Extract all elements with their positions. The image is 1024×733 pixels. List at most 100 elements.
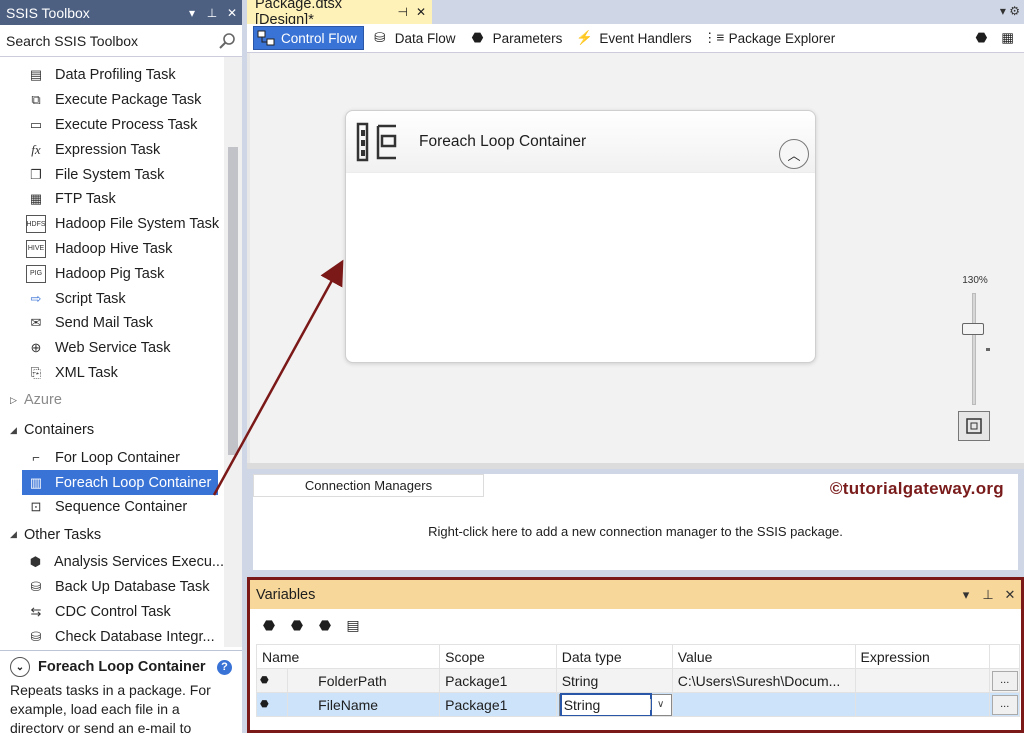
category-azure[interactable]: ▷ Azure <box>0 385 224 415</box>
col-name[interactable]: Name <box>255 644 441 669</box>
close-icon[interactable]: ✕ <box>416 5 426 19</box>
toolbox-item-selected[interactable]: ▥ Foreach Loop Container <box>22 470 218 495</box>
tab-event-handlers[interactable]: ⚡ Event Handlers <box>572 26 697 50</box>
variables-icon[interactable]: ⬣ <box>975 30 987 46</box>
dropdown-icon[interactable]: ▾ <box>182 6 202 20</box>
variable-value[interactable]: C:\Users\Suresh\Docum... <box>671 668 856 693</box>
pin-icon[interactable]: ⊥ <box>202 6 222 20</box>
toolbox-item[interactable]: ⇨ Script Task <box>0 286 224 311</box>
toolbox-item[interactable]: ⬢ Analysis Services Execu... <box>0 550 224 575</box>
variables-titlebar: Variables ▾ ⊥ ✕ <box>250 580 1021 609</box>
variable-name[interactable]: FolderPath <box>287 668 441 693</box>
tab-control-flow[interactable]: Control Flow <box>253 26 364 50</box>
table-row-selected[interactable]: ⬣ FileName Package1 String ∨ ... <box>255 692 1020 717</box>
control-flow-canvas[interactable]: Foreach Loop Container ︿ 130% <box>247 53 1024 463</box>
scrollbar-thumb[interactable] <box>228 147 238 455</box>
dropdown-icon[interactable]: ▾ <box>955 587 977 603</box>
table-row[interactable]: ⬣ FolderPath Package1 String C:\Users\Su… <box>255 668 1020 693</box>
search-icon <box>219 32 235 49</box>
toolbox-item[interactable]: ▤ Data Profiling Task <box>0 63 224 88</box>
container-header[interactable]: Foreach Loop Container <box>346 111 815 173</box>
foreach-loop-container[interactable]: Foreach Loop Container ︿ <box>345 110 816 363</box>
toolbox-item[interactable]: HIVE Hadoop Hive Task <box>0 237 224 262</box>
sequence-icon: ⊡ <box>30 499 42 515</box>
variable-expression[interactable] <box>854 668 991 693</box>
close-icon[interactable]: ✕ <box>222 6 242 20</box>
toolbox-item[interactable]: PIG Hadoop Pig Task <box>0 261 224 286</box>
watermark: ©tutorialgateway.org <box>829 479 1004 498</box>
document-tab[interactable]: Package.dtsx [Design]* ⊣ ✕ <box>247 0 432 28</box>
zoom-to-fit-button[interactable] <box>958 411 990 441</box>
close-icon[interactable]: ✕ <box>999 587 1021 603</box>
data-flow-icon: ⛁ <box>374 30 386 45</box>
variable-type-cell: String ∨ <box>555 692 673 717</box>
toolbox-item[interactable]: HDFS Hadoop File System Task <box>0 212 224 237</box>
collapse-icon[interactable]: ⌄ <box>10 657 30 677</box>
category-containers[interactable]: ◢ Containers <box>0 415 224 445</box>
toolbox-item[interactable]: fx Expression Task <box>0 137 224 162</box>
toolbox-item[interactable]: ⊕ Web Service Task <box>0 336 224 361</box>
window-options-icon[interactable]: ▾ ⚙ <box>1000 4 1020 18</box>
toolbox-item[interactable]: ⊡ Sequence Container <box>0 495 224 520</box>
expression-builder-cell: ... <box>989 668 1020 693</box>
toolbox-item[interactable]: ❐ File System Task <box>0 162 224 187</box>
splitter[interactable] <box>247 463 1024 469</box>
variable-value[interactable] <box>671 692 856 717</box>
expression-builder-button[interactable]: ... <box>991 671 1018 691</box>
tab-data-flow[interactable]: ⛁ Data Flow <box>368 26 462 50</box>
database-icon: ⛁ <box>30 628 42 644</box>
expression-builder-button[interactable]: ... <box>991 695 1018 715</box>
toolbox-item[interactable]: ⛁ Check Database Integr... <box>0 624 224 647</box>
zoom-control: 130% <box>950 275 1000 445</box>
toolbox-item[interactable]: ▭ Execute Process Task <box>0 113 224 138</box>
toolbox-item[interactable]: ▦ FTP Task <box>0 187 224 212</box>
tab-package-explorer[interactable]: ⋮≡ Package Explorer <box>702 26 842 50</box>
toolbox-item[interactable]: ⌐ For Loop Container <box>0 445 224 470</box>
variable-scope[interactable]: Package1 <box>439 692 557 717</box>
data-type-value: String <box>559 693 652 716</box>
expression-builder-cell: ... <box>989 692 1020 717</box>
help-icon[interactable]: ? <box>217 659 232 675</box>
execute-package-icon: ⧉ <box>31 92 41 108</box>
toolbox-search-box[interactable]: Search SSIS Toolbox <box>0 25 242 57</box>
connection-managers-area[interactable]: Connection Managers ©tutorialgateway.org… <box>253 474 1018 570</box>
variable-type[interactable]: String <box>555 668 673 693</box>
col-scope[interactable]: Scope <box>439 644 557 669</box>
toolbox-item[interactable]: ⛁ Back Up Database Task <box>0 575 224 600</box>
add-variable-icon[interactable]: ⬣ <box>258 615 280 635</box>
zoom-slider-track[interactable] <box>972 293 976 405</box>
variable-name[interactable]: FileName <box>287 692 441 717</box>
toolbox-item[interactable]: ✉ Send Mail Task <box>0 311 224 336</box>
col-value[interactable]: Value <box>671 644 856 669</box>
toolbox-item[interactable]: ⇆ CDC Control Task <box>0 599 224 624</box>
data-type-select[interactable]: String ∨ <box>558 693 672 716</box>
category-other-tasks[interactable]: ◢ Other Tasks <box>0 520 224 550</box>
grid-options-icon[interactable]: ▤ <box>342 615 364 635</box>
chevron-down-icon[interactable]: ∨ <box>649 699 671 710</box>
variable-expression[interactable] <box>854 692 991 717</box>
zoom-slider-knob[interactable] <box>962 323 984 335</box>
variables-grid: Name Scope Data type Value Expression ⬣ … <box>255 644 1020 717</box>
grid-icon[interactable]: ▦ <box>1001 30 1014 46</box>
foreach-loop-icon <box>356 122 397 161</box>
connection-managers-tab[interactable]: Connection Managers <box>253 474 484 497</box>
pin-icon[interactable]: ⊥ <box>977 587 999 603</box>
toolbox-item[interactable]: ⎘ XML Task <box>0 361 224 386</box>
toolbox-scrollbar[interactable] <box>224 57 242 647</box>
toolbox-titlebar: SSIS Toolbox ▾ ⊥ ✕ <box>0 0 242 25</box>
pin-icon[interactable]: ⊣ <box>397 5 407 19</box>
tab-parameters[interactable]: ⬣ Parameters <box>466 26 569 50</box>
execute-process-icon: ▭ <box>29 116 43 132</box>
cdc-icon: ⇆ <box>30 603 42 619</box>
collapse-button[interactable]: ︿ <box>779 139 809 169</box>
pig-icon: PIG <box>26 264 46 283</box>
col-data-type[interactable]: Data type <box>555 644 673 669</box>
delete-variable-icon[interactable]: ⬣ <box>314 615 336 635</box>
description-title: Foreach Loop Container <box>38 659 206 675</box>
variables-title: Variables <box>256 586 316 603</box>
toolbox-item[interactable]: ⧉ Execute Package Task <box>0 88 224 113</box>
col-expression[interactable]: Expression <box>854 644 991 669</box>
variable-scope[interactable]: Package1 <box>439 668 557 693</box>
move-variable-icon[interactable]: ⬣ <box>286 615 308 635</box>
search-input[interactable]: Search SSIS Toolbox <box>6 33 218 49</box>
